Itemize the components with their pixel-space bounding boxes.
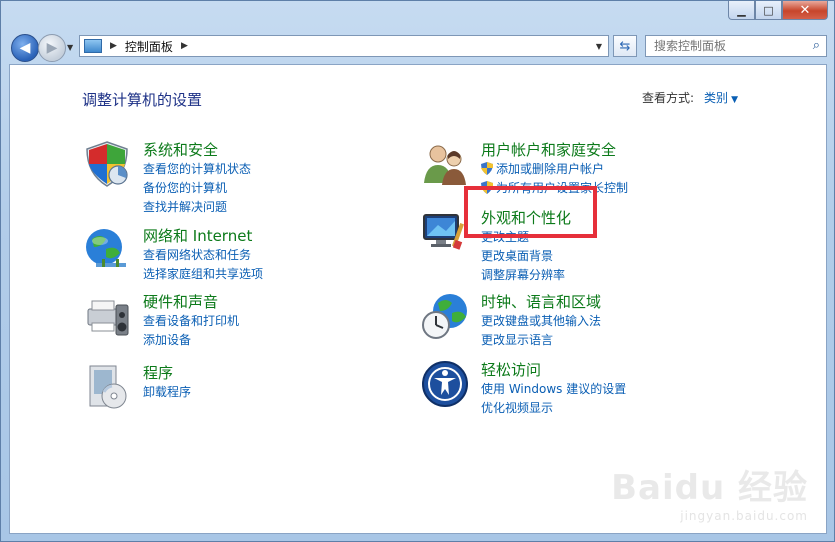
programs-box-icon[interactable] [82, 362, 132, 412]
view-by-select[interactable]: 类别 [704, 91, 728, 105]
link-add-device[interactable]: 添加设备 [143, 331, 191, 348]
uac-shield-icon [481, 162, 493, 175]
link-view-computer-status[interactable]: 查看您的计算机状态 [143, 160, 251, 177]
refresh-button[interactable]: ⇆ [613, 35, 637, 57]
link-find-fix-problems[interactable]: 查找并解决问题 [143, 198, 227, 215]
link-add-remove-users[interactable]: 添加或删除用户帐户 [481, 160, 604, 177]
search-input[interactable] [652, 38, 806, 54]
caption-buttons: ▁ □ ✕ [728, 1, 828, 21]
view-by-label: 查看方式: [642, 91, 695, 105]
address-dropdown-icon[interactable]: ▼ [596, 42, 602, 51]
navigation-toolbar: ◀ ▶ ▼ ▶ 控制面板 ▶ ▼ ⇆ ⌕ [1, 27, 835, 65]
baidu-watermark: Baidu 经验 jingyan.baidu.com [611, 460, 808, 523]
category-heading-ease-of-access[interactable]: 轻松访问 [481, 359, 541, 380]
category-heading-programs[interactable]: 程序 [143, 362, 173, 383]
link-devices-printers[interactable]: 查看设备和打印机 [143, 312, 239, 329]
search-box[interactable]: ⌕ [645, 35, 827, 57]
control-panel-icon [84, 39, 102, 53]
category-heading-system-security[interactable]: 系统和安全 [143, 139, 218, 160]
annotation-highlight-box [464, 186, 597, 238]
link-windows-recommended-settings[interactable]: 使用 Windows 建议的设置 [481, 380, 626, 397]
watermark-url: jingyan.baidu.com [680, 509, 808, 523]
link-homegroup-sharing[interactable]: 选择家庭组和共享选项 [143, 265, 263, 282]
recent-pages-dropdown-icon[interactable]: ▼ [67, 43, 77, 53]
back-button[interactable]: ◀ [11, 34, 39, 62]
refresh-icon: ⇆ [619, 38, 631, 54]
link-add-remove-users-label[interactable]: 添加或删除用户帐户 [496, 162, 604, 176]
ease-of-access-icon[interactable] [420, 359, 470, 409]
view-by-dropdown-icon[interactable]: ▼ [731, 95, 738, 105]
link-view-network-status[interactable]: 查看网络状态和任务 [143, 246, 251, 263]
clock-globe-icon[interactable] [420, 291, 470, 341]
link-backup-computer[interactable]: 备份您的计算机 [143, 179, 227, 196]
display-personalization-icon[interactable] [420, 207, 470, 257]
category-heading-hardware-sound[interactable]: 硬件和声音 [143, 291, 218, 312]
page-title: 调整计算机的设置 [82, 91, 203, 109]
link-change-keyboard-input[interactable]: 更改键盘或其他输入法 [481, 312, 601, 329]
search-icon[interactable]: ⌕ [813, 38, 820, 53]
breadcrumb-separator-icon[interactable]: ▶ [110, 41, 117, 51]
close-button[interactable]: ✕ [782, 1, 828, 20]
breadcrumb-control-panel[interactable]: 控制面板 [125, 38, 173, 55]
back-arrow-icon: ◀ [19, 40, 31, 56]
link-uninstall-program[interactable]: 卸载程序 [143, 383, 191, 400]
maximize-button[interactable]: □ [755, 1, 782, 20]
address-bar[interactable]: ▶ 控制面板 ▶ ▼ [79, 35, 609, 57]
shield-icon[interactable] [82, 139, 132, 189]
link-change-desktop-background[interactable]: 更改桌面背景 [481, 247, 553, 264]
view-by: 查看方式: 类别 ▼ [642, 89, 738, 106]
main-content: 调整计算机的设置 查看方式: 类别 ▼ 系统和安全 查看您的计算机状态 备份您的计算… [9, 64, 827, 534]
watermark-logo-text: Baidu 经验 [611, 468, 808, 508]
breadcrumb-chevron-icon[interactable]: ▶ [181, 41, 188, 51]
category-heading-clock-language-region[interactable]: 时钟、语言和区域 [481, 291, 601, 312]
link-adjust-resolution[interactable]: 调整屏幕分辨率 [481, 266, 565, 283]
category-heading-user-accounts[interactable]: 用户帐户和家庭安全 [481, 139, 616, 160]
users-icon[interactable] [420, 139, 470, 189]
printer-speaker-icon[interactable] [82, 291, 132, 341]
link-change-display-language[interactable]: 更改显示语言 [481, 331, 553, 348]
globe-network-icon[interactable] [82, 225, 132, 275]
link-optimize-visual-display[interactable]: 优化视频显示 [481, 399, 553, 416]
control-panel-window: ▁ □ ✕ ◀ ▶ ▼ ▶ 控制面板 ▶ ▼ ⇆ ⌕ 调整计算机的设置 查看方式… [0, 0, 835, 542]
forward-button[interactable]: ▶ [38, 34, 66, 62]
minimize-button[interactable]: ▁ [728, 1, 755, 20]
category-heading-network-internet[interactable]: 网络和 Internet [143, 225, 252, 246]
forward-arrow-icon: ▶ [46, 40, 58, 56]
